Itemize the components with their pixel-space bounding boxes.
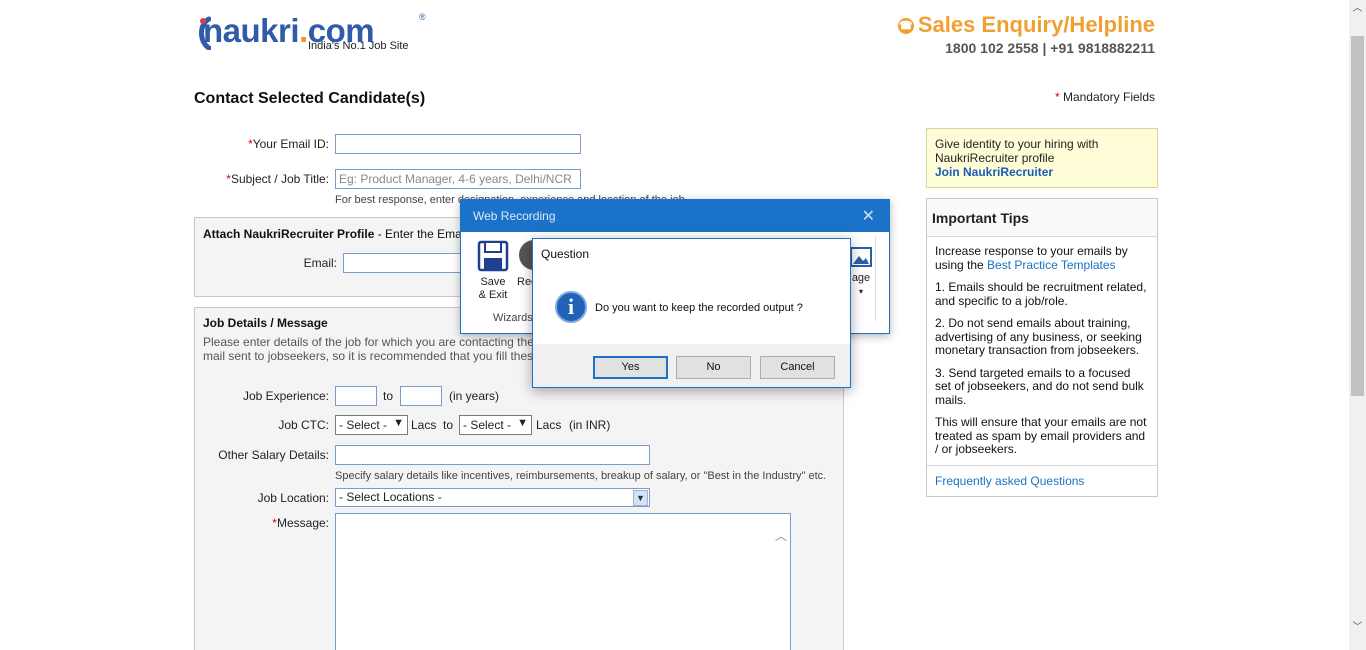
close-icon[interactable]: ✕ [862,206,875,226]
chevron-down-icon: ▼ [517,417,528,429]
chevron-down-icon: ▼ [633,490,648,506]
attach-email-label: Email: [303,256,337,270]
join-recruiter-link[interactable]: Join NaukriRecruiter [935,165,1053,179]
yes-button[interactable]: Yes [593,356,668,379]
job-details-title: Job Details / Message [203,316,328,330]
ctc-lacs-label: Lacs [411,418,437,432]
scroll-up-icon[interactable]: ︿ [1349,0,1366,17]
ctc-from-select[interactable]: - Select - ▼ [335,415,408,435]
tip-intro: Increase response to your emails by usin… [935,244,1128,272]
helpline-numbers: 1800 102 2558 | +91 9818882211 [945,40,1155,56]
attach-profile-title: Attach NaukriRecruiter Profile - Enter t… [203,227,462,241]
salary-details-input[interactable] [335,445,650,465]
tip-2: 2. Do not send emails about training, ad… [935,316,1142,357]
textarea-scroll-up-icon[interactable]: ︿ [775,527,787,544]
promo-text: Give identity to your hiring with Naukri… [935,137,1099,165]
job-details-desc-1: Please enter details of the job for whic… [203,335,534,349]
info-icon: i [555,291,587,323]
faq-link[interactable]: Frequently asked Questions [935,474,1084,488]
salary-label: Other Salary Details: [218,448,329,462]
location-select[interactable]: - Select Locations - ▼ [335,488,650,507]
experience-to-input[interactable] [400,386,442,406]
tip-1: 1. Emails should be recruitment related,… [935,280,1147,308]
best-practice-link[interactable]: Best Practice Templates [987,258,1116,272]
wizards-group-label: Wizards [493,312,533,324]
tip-3: 3. Send targeted emails to a focused set… [935,365,1144,407]
chevron-down-icon: ▾ [858,287,863,296]
recruiter-profile-promo: Give identity to your hiring with Naukri… [926,128,1158,188]
ctc-label: Job CTC: [278,418,329,432]
image-icon [850,247,872,267]
location-label: Job Location: [257,491,329,505]
experience-to-label: to [383,389,394,403]
dialog-message: Do you want to keep the recorded output … [595,302,803,314]
helpline-title: Sales Enquiry/Helpline [917,12,1155,37]
ctc-to-label: to [443,418,454,432]
sales-helpline: ☎ Sales Enquiry/Helpline 1800 102 2558 | … [897,12,1155,56]
important-tips-panel: Important Tips Increase response to your… [926,198,1158,497]
experience-from-input[interactable] [335,386,377,406]
ctc-lacs-label-2: Lacs [536,418,562,432]
question-dialog: Question i Do you want to keep the recor… [532,238,851,388]
job-details-desc-2: mail sent to jobseekers, so it is recomm… [203,349,534,363]
page-scrollbar[interactable]: ︿ ﹀ [1349,0,1366,650]
email-label: *Your Email ID: [248,137,329,151]
experience-unit: (in years) [449,389,500,403]
subject-label: *Subject / Job Title: [226,172,329,186]
experience-label: Job Experience: [242,389,329,403]
mandatory-fields-note: * Mandatory Fields [1054,90,1155,104]
tips-title: Important Tips [927,199,1157,237]
save-exit-button[interactable]: Save & Exit [475,240,511,302]
phone-icon: ☎ [897,18,914,34]
cancel-button[interactable]: Cancel [760,356,835,379]
scrollbar-thumb[interactable] [1351,36,1364,396]
chevron-down-icon: ▼ [393,417,404,429]
message-label: *Message: [272,516,329,530]
page-title: Contact Selected Candidate(s) [194,90,426,107]
logo-tagline: India's No.1 Job Site [308,40,409,52]
subject-field[interactable] [335,169,581,189]
message-textarea[interactable] [335,513,791,650]
salary-note: Specify salary details like incentives, … [335,470,827,482]
scroll-down-icon[interactable]: ﹀ [1349,619,1366,636]
save-disk-icon [477,240,509,272]
dialog-title: Question [533,239,850,269]
registered-mark: ® [419,12,426,22]
naukri-logo[interactable]: naukri.com ® India's No.1 Job Site [197,12,437,56]
no-button[interactable]: No [676,356,751,379]
web-recording-title: Web Recording [473,209,556,223]
ribbon-scrollbar [875,236,881,321]
tip-4: This will ensure that your emails are no… [935,415,1147,456]
ctc-to-select[interactable]: - Select - ▼ [459,415,532,435]
ctc-unit: (in INR) [569,418,611,432]
image-button[interactable]: age ▾ [849,246,873,298]
email-field[interactable] [335,134,581,154]
